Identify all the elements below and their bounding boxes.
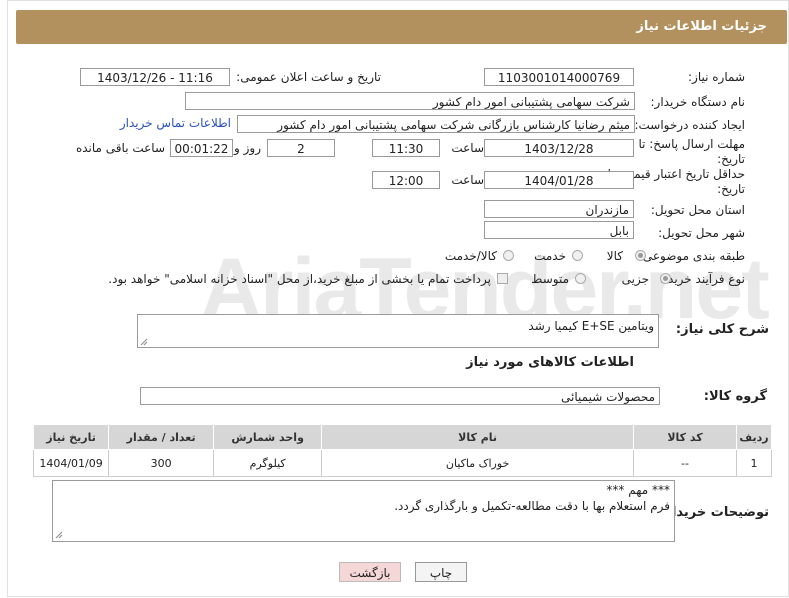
buyer-notes-line-2: فرم استعلام بها با دقت مطالعه-تکمیل و با… (394, 499, 670, 513)
col-item-name: نام کالا (321, 424, 635, 450)
cell-row-number: 1 (735, 449, 773, 477)
category-service-label: خدمت (534, 249, 566, 263)
province-label: استان محل تحویل: (650, 203, 745, 217)
creator-field: میثم رضانیا کارشناس بازرگانی شرکت سهامی … (237, 115, 635, 133)
days-field: 2 (267, 139, 335, 157)
reply-date-field: 1403/12/28 (484, 139, 634, 157)
remaining-label: ساعت باقی مانده (75, 141, 165, 155)
category-goods-label: کالا (606, 249, 623, 263)
reply-time-field: 11:30 (372, 139, 440, 157)
price-time-label: ساعت (451, 173, 484, 187)
cell-quantity: 300 (108, 449, 215, 477)
reply-time-label: ساعت (451, 141, 484, 155)
description-label: شرح کلی نیاز: (675, 322, 769, 337)
goods-table-header: تاریخ نیاز تعداد / مقدار واحد شمارش نام … (32, 424, 773, 450)
col-item-code: کد کالا (633, 424, 737, 450)
need-number-label: شماره نیاز: (688, 70, 745, 84)
city-field: بابل (484, 221, 634, 239)
col-unit: واحد شمارش (213, 424, 323, 450)
buyer-org-field: شرکت سهامی پشتیبانی امور دام کشور (185, 92, 635, 110)
back-button[interactable]: بازگشت (339, 562, 401, 582)
cell-need-date: 1404/01/09 (32, 449, 110, 477)
treasury-payment-note: پرداخت تمام یا بخشی از مبلغ خرید،از محل … (108, 272, 491, 286)
col-need-date: تاریخ نیاز (32, 424, 110, 450)
need-number-field: 1103001014000769 (484, 68, 634, 86)
treasury-payment-checkbox[interactable] (497, 273, 508, 284)
announce-label: تاریخ و ساعت اعلان عمومی: (236, 70, 381, 84)
category-service-radio[interactable] (572, 250, 583, 261)
reply-deadline-label: مهلت ارسال پاسخ: تا تاریخ: (638, 137, 745, 166)
category-both-radio[interactable] (503, 250, 514, 261)
resize-grip-icon[interactable] (55, 531, 63, 539)
buyer-notes-label: توضیحات خریدار: (659, 505, 769, 520)
category-both-label: کالا/خدمت (444, 249, 497, 263)
buyer-org-label: نام دستگاه خریدار: (650, 95, 746, 109)
goods-group-label: گروه کالا: (703, 389, 767, 404)
cell-item-code: -- (633, 449, 737, 477)
print-button[interactable]: چاپ (415, 562, 467, 582)
remaining-time-field: 00:01:22 (170, 139, 233, 157)
process-minor-radio[interactable] (660, 273, 671, 284)
goods-table: تاریخ نیاز تعداد / مقدار واحد شمارش نام … (32, 424, 773, 477)
cell-item-name: خوراک ماکیان (321, 449, 635, 477)
col-quantity: تعداد / مقدار (108, 424, 215, 450)
resize-grip-icon[interactable] (140, 338, 148, 346)
days-label: روز و (234, 141, 261, 155)
province-field: مازندران (484, 200, 634, 218)
announce-field: 1403/12/26 - 11:16 (80, 68, 230, 86)
category-goods-radio[interactable] (635, 250, 646, 261)
buyer-contact-link[interactable]: اطلاعات تماس خریدار (120, 116, 231, 130)
table-row: 1404/01/09 300 کیلوگرم خوراک ماکیان -- 1 (32, 449, 773, 477)
page-title: جزئیات اطلاعات نیاز (636, 19, 767, 34)
process-minor-label: جزیی (621, 272, 649, 286)
creator-label: ایجاد کننده درخواست: (634, 118, 745, 132)
goods-section-title: اطلاعات کالاهای مورد نیاز (466, 355, 634, 370)
process-label: نوع فرآیند خرید : (660, 272, 745, 286)
process-medium-label: متوسط (531, 272, 569, 286)
cell-unit: کیلوگرم (213, 449, 323, 477)
col-row-number: ردیف (735, 424, 773, 450)
price-date-field: 1404/01/28 (484, 171, 634, 189)
price-time-field: 12:00 (372, 171, 440, 189)
buyer-notes-textarea[interactable]: *** مهم *** فرم استعلام بها با دقت مطالع… (52, 480, 675, 542)
category-label: طبقه بندی موضوعی: (638, 249, 745, 263)
description-textarea[interactable]: ویتامین E+SE کیمیا رشد (137, 314, 659, 348)
buyer-notes-line-1: *** مهم *** (606, 483, 670, 497)
process-medium-radio[interactable] (575, 273, 586, 284)
title-bar: جزئیات اطلاعات نیاز (16, 10, 787, 44)
city-label: شهر محل تحویل: (658, 226, 745, 240)
goods-group-field: محصولات شیمیائی (140, 387, 660, 405)
